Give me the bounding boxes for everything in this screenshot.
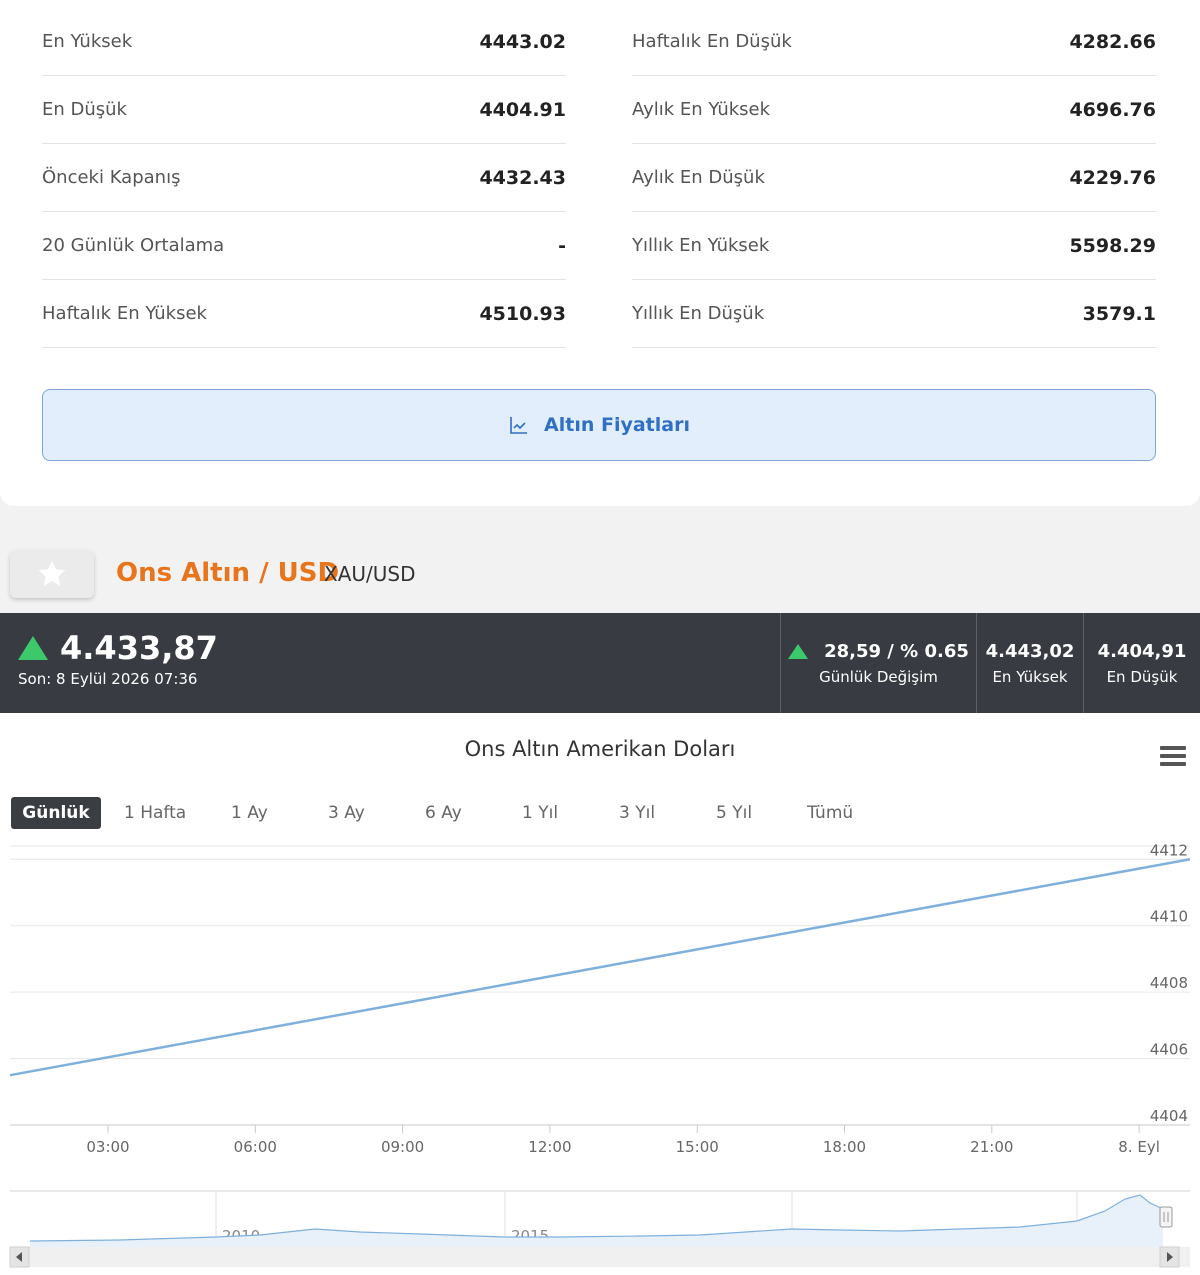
- stat-row: Haftalık En Düşük 4282.66: [632, 8, 1156, 76]
- navigator-handle: [1159, 1206, 1173, 1228]
- range-tab-6-months[interactable]: 6 Ay: [425, 797, 462, 829]
- last-update-time: Son: 8 Eylül 2026 07:36: [18, 670, 198, 688]
- stat-label: Yıllık En Düşük: [632, 303, 765, 324]
- range-tab-1-week[interactable]: 1 Hafta: [124, 797, 186, 829]
- stat-label: En Yüksek: [42, 31, 133, 52]
- hamburger-menu-icon[interactable]: [1160, 746, 1186, 768]
- stat-row: Yıllık En Yüksek 5598.29: [632, 212, 1156, 280]
- y-tick-label: 4408: [1150, 974, 1188, 992]
- price-summary-bar: 4.433,87 Son: 8 Eylül 2026 07:36 28,59 /…: [0, 613, 1200, 713]
- y-tick-label: 4412: [1150, 841, 1188, 859]
- stat-value: 4432.43: [479, 166, 566, 189]
- stat-row: Aylık En Yüksek 4696.76: [632, 76, 1156, 144]
- stats-column-left: En Yüksek 4443.02 En Düşük 4404.91 Öncek…: [42, 8, 566, 348]
- up-arrow-icon: [788, 643, 809, 659]
- daily-low-label: En Düşük: [1106, 667, 1178, 686]
- range-tab-5-years[interactable]: 5 Yıl: [716, 797, 752, 829]
- stat-row: 20 Günlük Ortalama -: [42, 212, 566, 280]
- star-icon: [38, 560, 66, 586]
- stat-row: En Düşük 4404.91: [42, 76, 566, 144]
- range-tab-all[interactable]: Tümü: [807, 797, 853, 829]
- x-tick-label: 03:00: [86, 1138, 129, 1156]
- stat-value: 5598.29: [1069, 234, 1156, 257]
- price-stats-card: En Yüksek 4443.02 En Düşük 4404.91 Öncek…: [0, 0, 1200, 506]
- stat-row: Yıllık En Düşük 3579.1: [632, 280, 1156, 348]
- stat-value: 4282.66: [1069, 30, 1156, 53]
- x-tick-label: 09:00: [381, 1138, 424, 1156]
- range-tab-1-month[interactable]: 1 Ay: [231, 797, 268, 829]
- instrument-title: Ons Altın / USD: [116, 558, 340, 588]
- range-tab-daily[interactable]: Günlük: [11, 797, 101, 829]
- x-tick-label: 12:00: [528, 1138, 571, 1156]
- stat-row: Önceki Kapanış 4432.43: [42, 144, 566, 212]
- stat-value: 3579.1: [1082, 302, 1156, 325]
- stat-label: Yıllık En Yüksek: [632, 235, 770, 256]
- daily-change-label: Günlük Değişim: [819, 667, 938, 686]
- stat-label: Aylık En Düşük: [632, 167, 765, 188]
- favorite-button[interactable]: [10, 550, 94, 598]
- y-tick-label: 4406: [1150, 1041, 1188, 1059]
- daily-high-label: En Yüksek: [992, 667, 1068, 686]
- stats-column-right: Haftalık En Düşük 4282.66 Aylık En Yükse…: [632, 8, 1156, 348]
- price-chart-panel: 4404 4406 4408 4410 4412 03:00 06:00 09:00 12:00…: [0, 713, 1200, 1275]
- stat-value: 4443.02: [479, 30, 566, 53]
- range-tab-3-months[interactable]: 3 Ay: [328, 797, 365, 829]
- y-tick-label: 4410: [1150, 908, 1188, 926]
- line-chart-icon: [510, 417, 528, 434]
- stat-value: -: [558, 234, 566, 257]
- stat-label: Aylık En Yüksek: [632, 99, 771, 120]
- x-tick-label: 06:00: [234, 1138, 277, 1156]
- current-price-value: 4.433,87: [60, 629, 218, 667]
- stat-value: 4696.76: [1069, 98, 1156, 121]
- gold-prices-button-label: Altın Fiyatları: [544, 414, 690, 436]
- daily-low-value: 4.404,91: [1097, 640, 1187, 662]
- x-tick-label: 21:00: [970, 1138, 1013, 1156]
- gold-prices-button[interactable]: Altın Fiyatları: [42, 389, 1156, 461]
- navigator-area: [30, 1195, 1163, 1247]
- stat-row: Aylık En Düşük 4229.76: [632, 144, 1156, 212]
- daily-high-value: 4.443,02: [985, 640, 1075, 662]
- chart-title: Ons Altın Amerikan Doları: [464, 737, 736, 761]
- daily-change: 28,59 / % 0.65 Günlük Değişim: [780, 613, 976, 713]
- up-arrow-icon: [18, 636, 48, 660]
- stat-value: 4510.93: [479, 302, 566, 325]
- price-series-line: [9, 858, 1191, 1077]
- daily-low: 4.404,91 En Düşük: [1083, 613, 1200, 713]
- stat-label: Haftalık En Düşük: [632, 31, 792, 52]
- current-price: 4.433,87: [18, 629, 218, 667]
- range-tab-3-years[interactable]: 3 Yıl: [619, 797, 655, 829]
- x-tick-label: 18:00: [823, 1138, 866, 1156]
- daily-high: 4.443,02 En Yüksek: [976, 613, 1083, 713]
- daily-change-value: 28,59 / % 0.65: [824, 640, 969, 662]
- scrollbar-track: [10, 1247, 1190, 1267]
- x-tick-label: 15:00: [676, 1138, 719, 1156]
- instrument-symbol: XAU/USD: [324, 562, 416, 586]
- stat-label: En Düşük: [42, 99, 127, 120]
- stat-value: 4229.76: [1069, 166, 1156, 189]
- stat-value: 4404.91: [479, 98, 566, 121]
- stat-label: 20 Günlük Ortalama: [42, 235, 225, 256]
- x-tick-label: 8. Eyl: [1118, 1138, 1160, 1156]
- stat-row: Haftalık En Yüksek 4510.93: [42, 280, 566, 348]
- stat-label: Önceki Kapanış: [42, 167, 181, 188]
- stat-row: En Yüksek 4443.02: [42, 8, 566, 76]
- y-tick-label: 4404: [1150, 1107, 1188, 1125]
- stat-label: Haftalık En Yüksek: [42, 303, 207, 324]
- range-tab-1-year[interactable]: 1 Yıl: [522, 797, 558, 829]
